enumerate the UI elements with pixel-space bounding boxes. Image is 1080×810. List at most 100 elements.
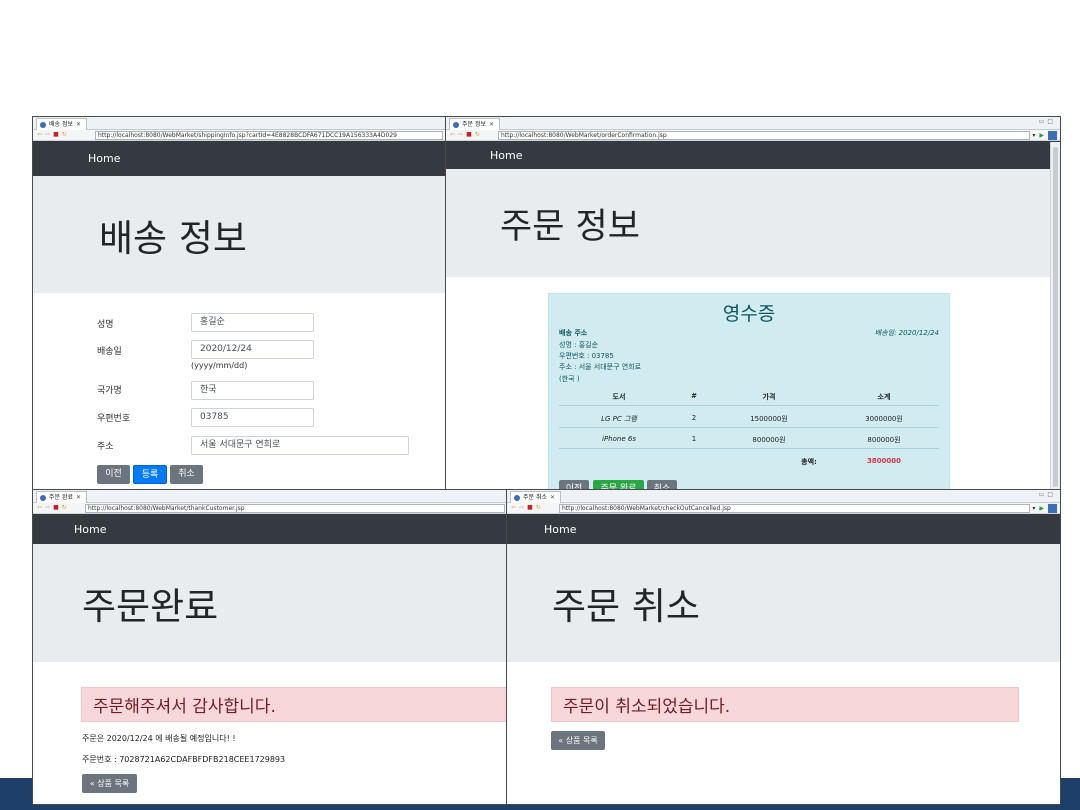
table-divider xyxy=(559,405,939,406)
tab-strip: 주문 정보 ✕ ▭□ xyxy=(446,117,1060,130)
tab-strip: 배송 정보 ✕ xyxy=(33,117,445,130)
close-icon[interactable]: ✕ xyxy=(489,119,494,130)
date-input[interactable]: 2020/12/24 xyxy=(191,340,314,359)
receipt-title: 영수증 xyxy=(722,303,776,325)
jumbotron: 주문완료 xyxy=(33,544,507,662)
globe-icon xyxy=(40,494,46,501)
jumbotron: 배송 정보 xyxy=(33,176,445,293)
dropdown-icon[interactable]: ▾ xyxy=(1032,505,1035,512)
stop-icon[interactable]: ■ xyxy=(466,131,472,139)
refresh-icon[interactable]: ↻ xyxy=(62,504,67,512)
nav-home-link[interactable]: Home xyxy=(88,152,120,165)
navbar: Home xyxy=(446,141,1060,169)
country-label: 국가명 xyxy=(97,386,122,396)
close-icon[interactable]: ✕ xyxy=(550,492,555,503)
ship-date: 배송일: 2020/12/24 xyxy=(874,329,939,337)
jumbotron: 주문 정보 xyxy=(446,169,1060,277)
page-title: 주문 정보 xyxy=(500,206,640,247)
url-input[interactable]: http://localhost:8080/WebMarket/thankCus… xyxy=(85,504,505,513)
name-label: 성명 xyxy=(97,320,114,330)
refresh-icon[interactable]: ↻ xyxy=(536,504,541,512)
receipt-address: 주소 : 서울 서대문구 연희로 xyxy=(559,363,642,371)
table-divider xyxy=(559,448,939,449)
order-number: 주문번호 : 7028721A62CDAFBFDFB218CEE1729893 xyxy=(82,755,286,764)
name-input[interactable]: 홍길순 xyxy=(191,313,314,332)
navbar: Home xyxy=(33,514,507,544)
table-cell: LG PC 그램 xyxy=(601,415,637,423)
go-icon[interactable]: ▶ xyxy=(1039,132,1044,139)
country-input[interactable]: 한국 xyxy=(191,381,314,400)
date-label: 배송일 xyxy=(97,347,122,357)
forward-icon[interactable]: ⇨ xyxy=(519,504,524,512)
browser-extension-icon[interactable] xyxy=(1048,131,1057,140)
navbar: Home xyxy=(33,141,445,176)
back-icon[interactable]: ⇦ xyxy=(37,504,42,512)
browser-tab[interactable]: 배송 정보 ✕ xyxy=(36,118,88,130)
navbar: Home xyxy=(507,514,1060,544)
tab-title: 배송 정보 xyxy=(49,121,73,128)
browser-tab[interactable]: 주문 취소 ✕ xyxy=(510,491,562,503)
browser-tab[interactable]: 주문 정보 ✕ xyxy=(449,118,501,130)
window-controls[interactable]: ▭□ xyxy=(1039,118,1056,125)
refresh-icon[interactable]: ↻ xyxy=(62,131,67,139)
receipt-name: 성명 : 홍길순 xyxy=(559,341,599,349)
url-input[interactable]: http://localhost:8080/WebMarket/checkOut… xyxy=(559,504,1030,513)
column-header: # xyxy=(691,392,697,400)
close-icon[interactable]: ✕ xyxy=(76,119,81,130)
address-bar: ⇦ ⇨ ■ ↻ http://localhost:8080/WebMarket/… xyxy=(507,503,1060,514)
receipt-panel: 영수증 배송 주소 배송일: 2020/12/24 성명 : 홍길순 우편번호 … xyxy=(548,293,950,491)
total-label: 총액: xyxy=(801,458,817,466)
browser-extension-icon[interactable] xyxy=(1048,504,1057,513)
address-bar: ⇦ ⇨ ■ ↻ http://localhost:8080/WebMarket/… xyxy=(446,130,1060,141)
tab-title: 주문 완료 xyxy=(49,494,73,501)
order-cancelled-window: 주문 취소 ✕ ▭□ ⇦ ⇨ ■ ↻ http://localhost:8080… xyxy=(506,489,1061,805)
back-icon[interactable]: ⇦ xyxy=(37,131,42,139)
stop-icon[interactable]: ■ xyxy=(53,131,59,139)
product-list-button[interactable]: « 상품 목록 xyxy=(551,731,605,750)
back-icon[interactable]: ⇦ xyxy=(511,504,516,512)
refresh-icon[interactable]: ↻ xyxy=(475,131,480,139)
total-value: 3800000 xyxy=(866,457,902,465)
nav-home-link[interactable]: Home xyxy=(544,523,576,536)
page-title: 주문 취소 xyxy=(552,585,700,628)
address-input[interactable]: 서울 서대문구 연희로 xyxy=(191,436,409,455)
window-controls[interactable]: ▭□ xyxy=(1039,491,1056,498)
stop-icon[interactable]: ■ xyxy=(527,504,533,512)
url-input[interactable]: http://localhost:8080/WebMarket/shipping… xyxy=(95,131,443,140)
address-bar: ⇦ ⇨ ■ ↻ http://localhost:8080/WebMarket/… xyxy=(33,503,507,514)
address-bar: ⇦ ⇨ ■ ↻ http://localhost:8080/WebMarket/… xyxy=(33,130,445,141)
close-icon[interactable]: ✕ xyxy=(76,492,81,503)
table-cell: 800000원 xyxy=(752,436,786,444)
url-input[interactable]: http://localhost:8080/WebMarket/orderCon… xyxy=(498,131,1030,140)
receipt-country: (한국 ) xyxy=(559,375,580,383)
forward-icon[interactable]: ⇨ xyxy=(45,504,50,512)
forward-icon[interactable]: ⇨ xyxy=(458,131,463,139)
cancel-button[interactable]: 취소 xyxy=(170,465,203,484)
tab-title: 주문 취소 xyxy=(523,494,547,501)
back-icon[interactable]: ⇦ xyxy=(450,131,455,139)
table-cell: iPhone 6s xyxy=(602,435,636,443)
zip-input[interactable]: 03785 xyxy=(191,408,314,427)
table-cell: 3000000원 xyxy=(865,415,903,423)
table-cell: 1500000원 xyxy=(750,415,788,423)
receipt-zip: 우편번호 : 03785 xyxy=(559,352,614,360)
table-divider xyxy=(559,427,939,428)
stop-icon[interactable]: ■ xyxy=(53,504,59,512)
scrollbar-thumb[interactable] xyxy=(1053,147,1058,487)
forward-icon[interactable]: ⇨ xyxy=(45,131,50,139)
dropdown-icon[interactable]: ▾ xyxy=(1032,132,1035,139)
prev-button[interactable]: 이전 xyxy=(97,465,130,484)
table-cell: 1 xyxy=(691,435,697,443)
product-list-button[interactable]: « 상품 목록 xyxy=(82,774,137,793)
nav-home-link[interactable]: Home xyxy=(74,523,106,536)
shipping-info-window: 배송 정보 ✕ ⇦ ⇨ ■ ↻ http://localhost:8080/We… xyxy=(32,116,446,492)
browser-tab[interactable]: 주문 완료 ✕ xyxy=(36,491,88,503)
ship-address-label: 배송 주소 xyxy=(559,329,588,337)
go-icon[interactable]: ▶ xyxy=(1039,505,1044,512)
vertical-scrollbar[interactable] xyxy=(1050,142,1060,491)
jumbotron: 주문 취소 xyxy=(507,544,1060,662)
nav-home-link[interactable]: Home xyxy=(490,149,522,162)
order-complete-window: 주문 완료 ✕ ⇦ ⇨ ■ ↻ http://localhost:8080/We… xyxy=(32,489,508,805)
register-button[interactable]: 등록 xyxy=(133,465,167,484)
tab-strip: 주문 완료 ✕ xyxy=(33,490,507,503)
